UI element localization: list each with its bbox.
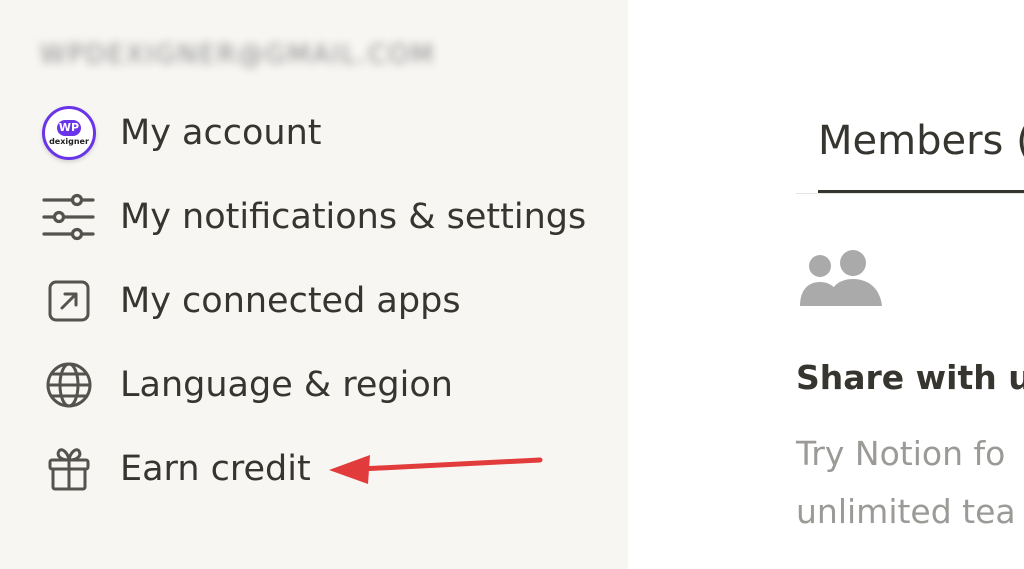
avatar-image: WP dexigner <box>42 106 96 160</box>
globe-icon <box>40 356 98 414</box>
settings-sidebar: WPDEXIGNER@GMAIL.COM WP dexigner My acco… <box>0 0 628 569</box>
sidebar-item-label: Earn credit <box>120 449 311 489</box>
sidebar-item-label: My account <box>120 113 322 153</box>
sidebar-item-label: Language & region <box>120 365 453 405</box>
sliders-icon <box>40 188 98 246</box>
avatar-badge: WP <box>57 120 81 136</box>
share-description: Try Notion fo unlimited tea <box>796 425 1016 541</box>
sidebar-item-earn-credit[interactable]: Earn credit <box>40 439 610 499</box>
avatar: WP dexigner <box>40 104 98 162</box>
avatar-name: dexigner <box>49 137 89 146</box>
sidebar-item-connected-apps[interactable]: My connected apps <box>40 271 610 331</box>
sidebar-item-my-account[interactable]: WP dexigner My account <box>40 103 610 163</box>
external-link-icon <box>40 272 98 330</box>
account-email: WPDEXIGNER@GMAIL.COM <box>40 40 436 70</box>
sidebar-item-label: My connected apps <box>120 281 461 321</box>
sidebar-item-language-region[interactable]: Language & region <box>40 355 610 415</box>
sidebar-item-label: My notifications & settings <box>120 197 587 237</box>
tab-members[interactable]: Members ( <box>818 118 1024 164</box>
share-desc-line: Try Notion fo <box>796 434 1006 473</box>
share-desc-line: unlimited tea <box>796 492 1016 531</box>
tab-divider <box>796 193 1024 194</box>
settings-window: WPDEXIGNER@GMAIL.COM WP dexigner My acco… <box>0 0 1024 569</box>
share-title: Share with ur <box>796 358 1024 397</box>
main-panel: Members ( Share with ur Try Notion fo un… <box>628 0 1024 569</box>
sidebar-item-notifications-settings[interactable]: My notifications & settings <box>40 187 610 247</box>
gift-icon <box>40 440 98 498</box>
people-icon <box>798 248 886 314</box>
